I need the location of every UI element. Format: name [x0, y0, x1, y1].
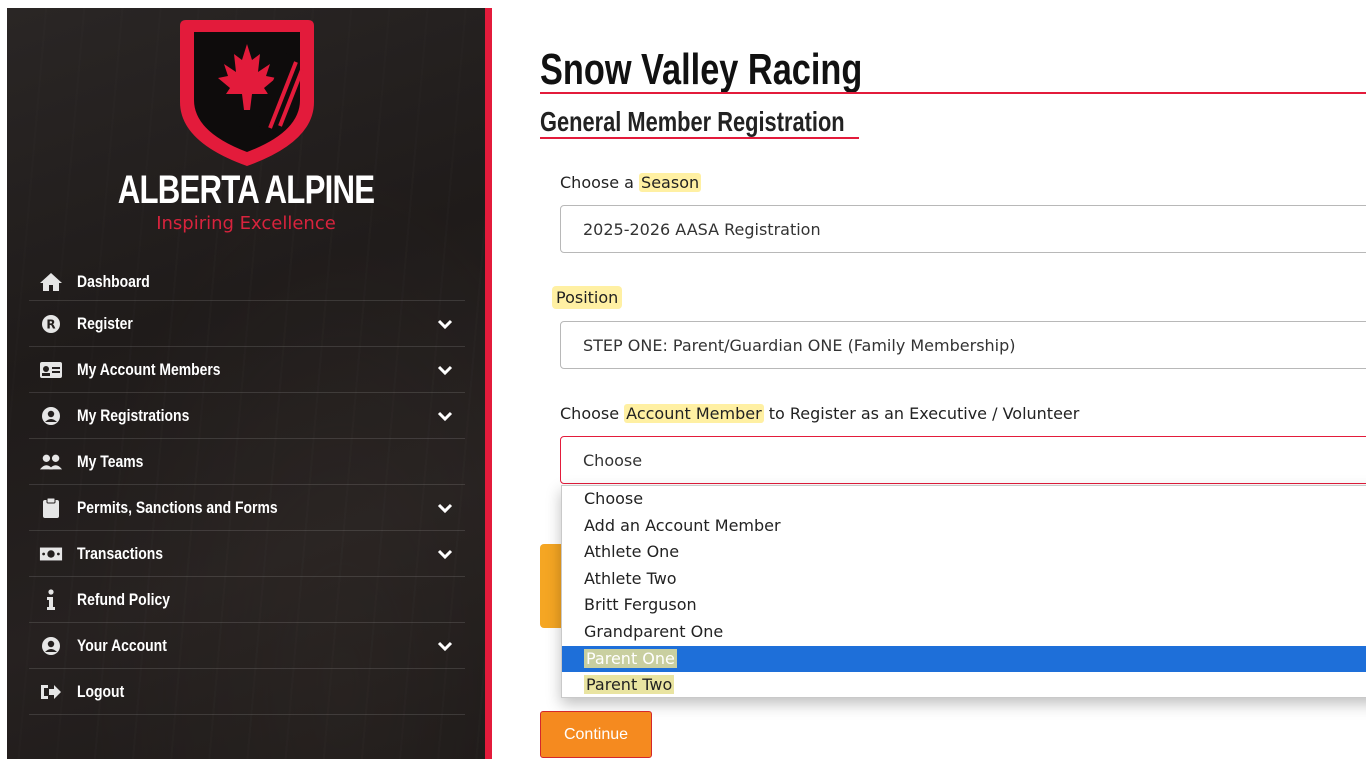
- account-member-dropdown: Choose Add an Account Member Athlete One…: [561, 485, 1366, 698]
- sidebar-item-my-registrations[interactable]: My Registrations: [29, 393, 465, 439]
- sidebar-item-label: My Teams: [77, 451, 144, 471]
- position-select-value: STEP ONE: Parent/Guardian ONE (Family Me…: [583, 335, 1016, 355]
- sidebar-item-label: My Registrations: [77, 405, 190, 425]
- sidebar-item-my-teams[interactable]: My Teams: [29, 439, 465, 485]
- clipboard-icon: [39, 497, 63, 519]
- title-divider: [540, 92, 1366, 94]
- season-select-value: 2025-2026 AASA Registration: [583, 219, 821, 239]
- option-label: Parent One: [584, 648, 677, 668]
- account-member-select-value: Choose: [583, 450, 643, 470]
- dropdown-option-grandparent-one[interactable]: Grandparent One: [562, 619, 1366, 646]
- option-label: Choose: [584, 489, 644, 508]
- sidebar-item-permits-sanctions-forms[interactable]: Permits, Sanctions and Forms: [29, 485, 465, 531]
- money-icon: [39, 543, 63, 565]
- sidebar-item-label: Your Account: [77, 635, 167, 655]
- chevron-down-icon[interactable]: [437, 502, 453, 514]
- season-label-text: Choose a: [560, 173, 640, 192]
- id-card-icon: [39, 359, 63, 381]
- sidebar-item-label: Register: [77, 313, 133, 333]
- continue-button[interactable]: Continue: [540, 711, 652, 758]
- sidebar-item-label: Logout: [77, 681, 125, 701]
- option-label: Athlete One: [584, 542, 680, 562]
- dropdown-option-parent-one[interactable]: Parent One: [562, 645, 1366, 673]
- dropdown-option-athlete-two[interactable]: Athlete Two: [562, 566, 1366, 593]
- account-member-select[interactable]: Choose: [560, 436, 1366, 484]
- dropdown-option-britt-ferguson[interactable]: Britt Ferguson: [562, 592, 1366, 619]
- chevron-down-icon[interactable]: [437, 318, 453, 330]
- sidebar-item-register[interactable]: R Register: [29, 301, 465, 347]
- user-circle-icon: [39, 405, 63, 427]
- dropdown-option-athlete-one[interactable]: Athlete One: [562, 539, 1366, 566]
- sidebar-item-dashboard[interactable]: Dashboard: [29, 263, 465, 301]
- page-subtitle: General Member Registration: [540, 106, 845, 137]
- account-member-label-prefix: Choose: [560, 404, 625, 423]
- sidebar-accent-border: [485, 8, 492, 759]
- account-member-label-highlight: Account Member: [624, 404, 764, 423]
- info-icon: [39, 588, 63, 611]
- account-member-label-suffix: to Register as an Executive / Volunteer: [763, 404, 1080, 423]
- option-label: Athlete Two: [584, 568, 677, 588]
- sidebar-item-label: Transactions: [77, 543, 163, 563]
- sidebar-item-transactions[interactable]: Transactions: [29, 531, 465, 577]
- sidebar-nav: Dashboard R Register My Account Members …: [29, 263, 465, 715]
- logout-icon: [39, 681, 63, 703]
- brand-tagline: Inspiring Excellence: [156, 213, 336, 234]
- sidebar-item-label: Refund Policy: [77, 589, 170, 609]
- position-label-text: Position: [552, 286, 623, 309]
- users-icon: [39, 451, 63, 473]
- home-icon: [39, 271, 63, 293]
- chevron-down-icon[interactable]: [437, 548, 453, 560]
- option-label: Britt Ferguson: [584, 595, 697, 615]
- season-label-highlight: Season: [639, 173, 702, 192]
- register-r-icon: R: [39, 313, 63, 335]
- sidebar-item-label: Dashboard: [77, 271, 150, 291]
- option-label: Parent Two: [584, 675, 675, 695]
- sidebar-item-logout[interactable]: Logout: [29, 669, 465, 715]
- chevron-down-icon[interactable]: [437, 364, 453, 376]
- sidebar-item-label: My Account Members: [77, 359, 221, 379]
- chevron-down-icon[interactable]: [437, 410, 453, 422]
- dropdown-option-add-account-member[interactable]: Add an Account Member: [562, 513, 1366, 540]
- svg-text:R: R: [46, 317, 55, 331]
- season-select[interactable]: 2025-2026 AASA Registration: [560, 205, 1366, 253]
- subtitle-divider: [540, 137, 859, 139]
- position-select[interactable]: STEP ONE: Parent/Guardian ONE (Family Me…: [560, 321, 1366, 369]
- dropdown-option-choose[interactable]: Choose: [562, 486, 1366, 513]
- chevron-down-icon[interactable]: [437, 640, 453, 652]
- user-circle-icon: [39, 635, 63, 657]
- sidebar: ALBERTA ALPINE Inspiring Excellence Dash…: [7, 8, 485, 759]
- sidebar-item-label: Permits, Sanctions and Forms: [77, 497, 278, 517]
- sidebar-item-refund-policy[interactable]: Refund Policy: [29, 577, 465, 623]
- sidebar-item-your-account[interactable]: Your Account: [29, 623, 465, 669]
- position-label: Position: [552, 286, 623, 309]
- season-label: Choose a Season: [560, 173, 702, 192]
- page-title: Snow Valley Racing: [540, 45, 863, 94]
- alberta-alpine-logo: [180, 20, 314, 166]
- sidebar-item-my-account-members[interactable]: My Account Members: [29, 347, 465, 393]
- option-label: Grandparent One: [584, 621, 724, 641]
- account-member-label: Choose Account Member to Register as an …: [560, 404, 1079, 423]
- brand-name: ALBERTA ALPINE: [117, 168, 375, 212]
- dropdown-option-parent-two[interactable]: Parent Two: [562, 672, 1366, 697]
- option-label: Add an Account Member: [584, 515, 781, 535]
